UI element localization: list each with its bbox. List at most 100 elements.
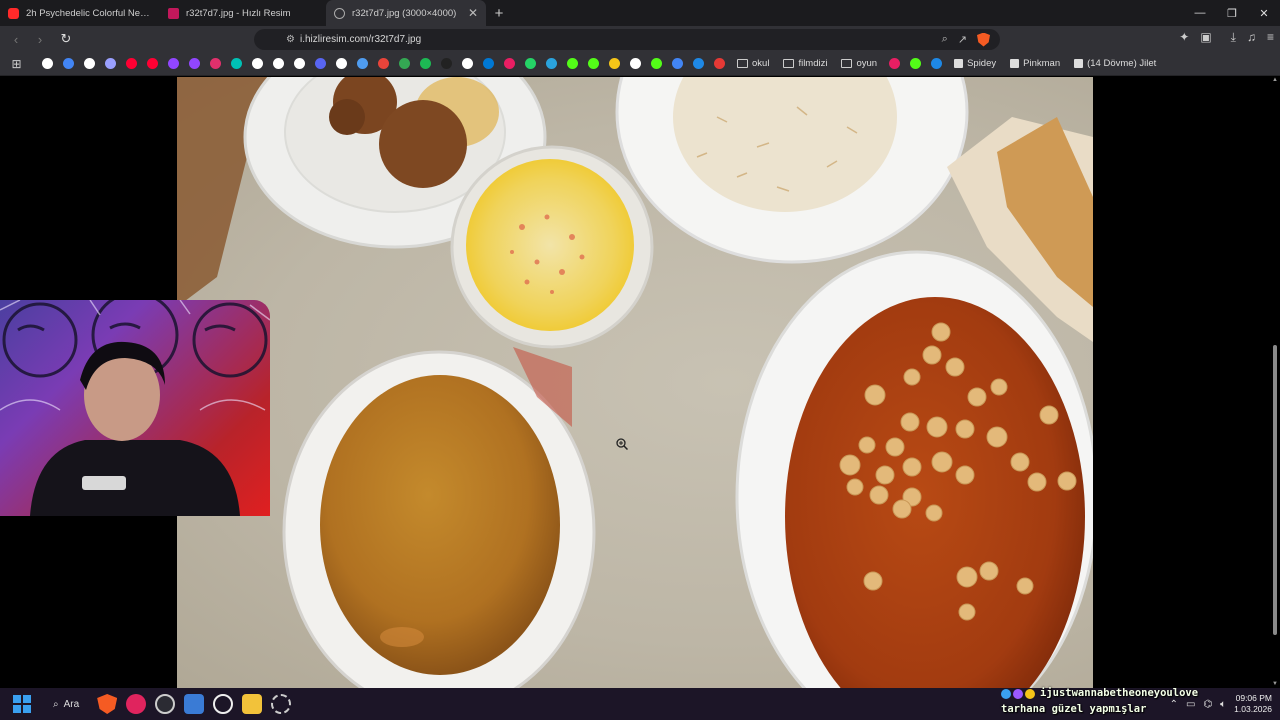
bookmark-favicon-icon[interactable] xyxy=(667,52,688,76)
food-photo[interactable] xyxy=(177,77,1093,688)
folder-icon xyxy=(841,59,853,68)
tab-label: 2h Psychedelic Colorful Neon Backgro xyxy=(26,7,152,19)
yellow-dessert xyxy=(466,159,634,331)
bookmark-favicon-icon[interactable] xyxy=(926,52,947,76)
bookmark-spidey[interactable]: Spidey xyxy=(947,52,1003,76)
minimize-icon[interactable]: — xyxy=(1184,0,1216,26)
bookmark-favicon-icon[interactable] xyxy=(436,52,457,76)
bookmark-favicon-icon[interactable] xyxy=(247,52,268,76)
bookmark-folder-filmdizi[interactable]: filmdizi xyxy=(776,52,834,76)
bookmark-favicon-icon[interactable] xyxy=(415,52,436,76)
bookmark-favicon-icon[interactable] xyxy=(499,52,520,76)
bookmark-favicon-icon[interactable] xyxy=(310,52,331,76)
bookmark-favicon-icon[interactable] xyxy=(905,52,926,76)
brave-browser-icon[interactable] xyxy=(97,694,118,714)
ms-store-icon[interactable] xyxy=(184,694,205,714)
badge-icon xyxy=(1001,688,1011,699)
bookmark-favicon-icon[interactable] xyxy=(79,52,100,76)
bookmark-pinkman[interactable]: Pinkman xyxy=(1003,52,1067,76)
url-text[interactable]: i.hizliresim.com/r32t7d7.jpg xyxy=(300,34,942,45)
new-tab-button[interactable]: + xyxy=(486,0,512,26)
page-icon xyxy=(1010,59,1020,68)
media-player-icon[interactable] xyxy=(126,694,147,714)
taskbar-search[interactable]: ⌕ Ara xyxy=(53,699,79,710)
page-icon xyxy=(954,59,964,68)
scrollbar-thumb[interactable] xyxy=(1273,345,1277,635)
folder-label: filmdizi xyxy=(798,58,828,69)
menu-icon[interactable]: ≡ xyxy=(1267,30,1274,45)
zoom-icon[interactable]: ⌕ xyxy=(942,33,948,46)
bookmark-favicon-icon[interactable] xyxy=(58,52,79,76)
reload-button[interactable]: ↻ xyxy=(56,29,76,49)
bookmark-favicon-icon[interactable] xyxy=(163,52,184,76)
bookmark-favicon-icon[interactable] xyxy=(184,52,205,76)
youtube-icon xyxy=(8,7,19,19)
lentil-soup xyxy=(320,375,560,675)
bookmark-favicon-icon[interactable] xyxy=(688,52,709,76)
page-scrollbar[interactable]: ▲ ▼ xyxy=(1272,77,1278,688)
file-explorer-icon[interactable] xyxy=(242,694,263,714)
tab-youtube[interactable]: 2h Psychedelic Colorful Neon Backgro xyxy=(0,0,160,26)
close-tab-icon[interactable]: ✕ xyxy=(468,6,478,20)
kofte-2 xyxy=(379,100,467,188)
bookmark-favicon-icon[interactable] xyxy=(100,52,121,76)
bookmark-favicon-icon[interactable] xyxy=(37,52,58,76)
bookmark-favicon-icon[interactable] xyxy=(625,52,646,76)
scroll-down-icon[interactable]: ▼ xyxy=(1272,681,1278,687)
share-icon[interactable]: ↗ xyxy=(958,33,967,46)
volume-icon[interactable]: 🔈︎ xyxy=(1220,699,1226,710)
maximize-icon[interactable]: ❐ xyxy=(1216,0,1248,26)
clock-time: 09:06 PM xyxy=(1235,693,1272,703)
zoom-in-cursor-icon xyxy=(616,438,629,451)
bookmark-favicon-icon[interactable] xyxy=(709,52,730,76)
webcam-drawing xyxy=(0,300,270,516)
network-icon[interactable]: ⌬ xyxy=(1203,699,1212,710)
bookmark-favicon-icon[interactable] xyxy=(646,52,667,76)
tab-hizliresim[interactable]: r32t7d7.jpg - Hızlı Resim xyxy=(160,0,320,26)
address-bar[interactable]: ⚙ i.hizliresim.com/r32t7d7.jpg ⌕ ↗ xyxy=(254,29,1000,50)
bookmark-jilet[interactable]: (14 Dövme) Jilet xyxy=(1067,52,1163,76)
bookmark-favicon-icon[interactable] xyxy=(142,52,163,76)
taskbar-clock[interactable]: 09:06 PM 1.03.2026 xyxy=(1234,693,1272,715)
apps-grid-icon[interactable]: ⊞ xyxy=(6,52,27,76)
scroll-up-icon[interactable]: ▲ xyxy=(1272,77,1278,83)
media-icon[interactable]: ♫ xyxy=(1247,30,1256,45)
bookmark-favicon-icon[interactable] xyxy=(562,52,583,76)
obs-icon[interactable] xyxy=(155,694,176,714)
bookmark-favicon-icon[interactable] xyxy=(373,52,394,76)
brave-shields-icon[interactable] xyxy=(977,32,990,47)
tab-image-active[interactable]: r32t7d7.jpg (3000×4000) ✕ xyxy=(326,0,486,26)
close-window-icon[interactable]: ✕ xyxy=(1248,0,1280,26)
sidebar-icon[interactable]: ▣ xyxy=(1200,30,1211,45)
bookmark-favicon-icon[interactable] xyxy=(121,52,142,76)
bookmark-favicon-icon[interactable] xyxy=(541,52,562,76)
bookmark-favicon-icon[interactable] xyxy=(352,52,373,76)
chat-username: ijustwannabetheoneyoulove xyxy=(1040,687,1199,699)
folder-label: oyun xyxy=(856,58,878,69)
chat-message: tarhana güzel yapmışlar xyxy=(1001,703,1147,715)
bookmark-favicon-icon[interactable] xyxy=(268,52,289,76)
tab-label: r32t7d7.jpg - Hızlı Resim xyxy=(186,7,291,19)
search-label: Ara xyxy=(63,698,80,710)
site-info-icon[interactable]: ⚙ xyxy=(286,34,295,45)
forward-button[interactable]: › xyxy=(30,29,50,49)
bookmark-favicon-icon[interactable] xyxy=(205,52,226,76)
bookmark-favicon-icon[interactable] xyxy=(478,52,499,76)
bookmark-favicon-icon[interactable] xyxy=(289,52,310,76)
extensions-icon[interactable]: ✦ xyxy=(1179,30,1189,45)
settings-icon[interactable] xyxy=(271,694,292,714)
bookmark-favicon-icon[interactable] xyxy=(884,52,905,76)
bookmark-favicon-icon[interactable] xyxy=(331,52,352,76)
back-button[interactable]: ‹ xyxy=(6,29,26,49)
bookmark-favicon-icon[interactable] xyxy=(226,52,247,76)
download-icon[interactable]: ⤓ xyxy=(1231,30,1236,45)
bookmark-favicon-icon[interactable] xyxy=(604,52,625,76)
bookmark-folder-oyun[interactable]: oyun xyxy=(834,52,884,76)
bookmark-folder-okul[interactable]: okul xyxy=(730,52,776,76)
app-icon[interactable] xyxy=(213,694,234,714)
bookmark-favicon-icon[interactable] xyxy=(457,52,478,76)
bookmark-favicon-icon[interactable] xyxy=(520,52,541,76)
bookmark-favicon-icon[interactable] xyxy=(583,52,604,76)
windows-start-icon[interactable] xyxy=(13,695,31,713)
bookmark-favicon-icon[interactable] xyxy=(394,52,415,76)
